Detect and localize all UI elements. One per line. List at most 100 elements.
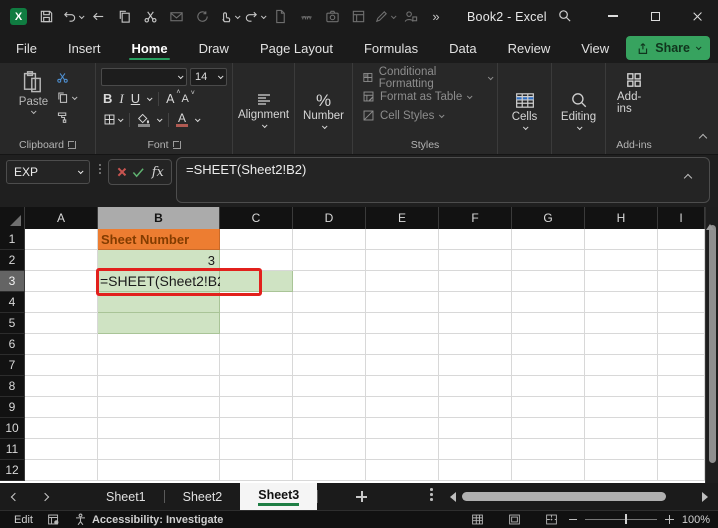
cell-F6[interactable] [439,334,512,355]
cell-I6[interactable] [658,334,705,355]
italic-button[interactable]: I [119,91,123,107]
touch-mode-icon[interactable] [217,5,241,29]
cell-D3[interactable] [293,271,366,292]
font-dialog-launcher[interactable] [172,141,181,149]
cell-D9[interactable] [293,397,366,418]
cell-E3[interactable] [366,271,439,292]
insert-function-icon[interactable]: fx [152,165,164,180]
conditional-formatting-button[interactable]: Conditional Formatting [358,66,494,90]
cell-D8[interactable] [293,376,366,397]
strikethrough-icon[interactable] [295,5,317,29]
cell-F4[interactable] [439,292,512,313]
cell-G12[interactable] [512,460,585,481]
copy-icon[interactable] [113,5,135,29]
cell-I12[interactable] [658,460,705,481]
sheet-nav-right-icon[interactable] [30,492,60,501]
cell-B5[interactable] [98,313,220,334]
tab-formulas[interactable]: Formulas [362,37,420,60]
row-header-5[interactable]: 5 [0,313,25,334]
number-button[interactable]: % Number [297,91,350,131]
cell-G11[interactable] [512,439,585,460]
row-header-12[interactable]: 12 [0,460,25,481]
cut-icon[interactable] [139,5,161,29]
zoom-out-icon[interactable] [569,518,577,521]
cell-A8[interactable] [25,376,98,397]
cell-H9[interactable] [585,397,658,418]
enter-check-icon[interactable] [132,167,145,178]
cell-mode-indicator[interactable]: Edit [14,514,33,526]
tab-review[interactable]: Review [506,37,553,60]
cell-G1[interactable] [512,229,585,250]
cell-F7[interactable] [439,355,512,376]
cell-F11[interactable] [439,439,512,460]
cell-F2[interactable] [439,250,512,271]
cell-A7[interactable] [25,355,98,376]
tab-insert[interactable]: Insert [66,37,103,60]
sheet-tab-sheet1[interactable]: Sheet1 [88,483,164,510]
cell-A11[interactable] [25,439,98,460]
decrease-font-button[interactable]: A ˅ [181,90,194,105]
row-header-3[interactable]: 3 [0,271,25,292]
cell-G7[interactable] [512,355,585,376]
tab-file[interactable]: File [14,37,39,60]
cell-I8[interactable] [658,376,705,397]
cell-A10[interactable] [25,418,98,439]
scroll-right-icon[interactable] [702,491,708,502]
column-header-E[interactable]: E [366,207,439,229]
borders-button[interactable] [103,113,124,126]
cell-D6[interactable] [293,334,366,355]
cell-D4[interactable] [293,292,366,313]
page-layout-view-icon[interactable] [508,513,521,526]
cell-H3[interactable] [585,271,658,292]
horizontal-scroll-thumb[interactable] [462,492,666,501]
select-all-button[interactable] [0,207,25,229]
tab-view[interactable]: View [579,37,611,60]
share-button[interactable]: Share [626,36,710,60]
bold-button[interactable]: B [103,91,112,106]
cell-I11[interactable] [658,439,705,460]
horizontal-scrollbar[interactable] [450,490,708,503]
row-header-4[interactable]: 4 [0,292,25,313]
new-sheet-button[interactable] [356,491,368,502]
scroll-up-icon[interactable] [706,207,714,230]
cell-C8[interactable] [220,376,293,397]
close-button[interactable] [676,0,718,32]
zoom-slider[interactable] [585,514,657,525]
zoom-slider-thumb[interactable] [624,514,628,525]
column-header-B[interactable]: B [98,207,220,229]
tab-page-layout[interactable]: Page Layout [258,37,335,60]
cell-F12[interactable] [439,460,512,481]
copy-button[interactable] [56,90,78,105]
cell-A12[interactable] [25,460,98,481]
zoom-level[interactable]: 100% [682,514,710,526]
cell-H10[interactable] [585,418,658,439]
cells-button[interactable]: Cells [506,90,544,132]
alignment-button[interactable]: Alignment [232,91,295,130]
cell-A4[interactable] [25,292,98,313]
formula-bar-expand-icon[interactable] [683,169,693,184]
camera-icon[interactable] [321,5,343,29]
name-box[interactable]: EXP [6,160,90,184]
fill-color-button[interactable] [137,113,150,127]
cell-H7[interactable] [585,355,658,376]
cell-B8[interactable] [98,376,220,397]
save-icon[interactable] [35,5,57,29]
workbook-statistics-icon[interactable] [347,5,369,29]
cell-E12[interactable] [366,460,439,481]
cell-G8[interactable] [512,376,585,397]
cell-E4[interactable] [366,292,439,313]
cell-H11[interactable] [585,439,658,460]
cell-C9[interactable] [220,397,293,418]
cell-E1[interactable] [366,229,439,250]
cell-B10[interactable] [98,418,220,439]
cell-G6[interactable] [512,334,585,355]
cell-B6[interactable] [98,334,220,355]
cell-G3[interactable] [512,271,585,292]
cell-H5[interactable] [585,313,658,334]
cell-A3[interactable] [25,271,98,292]
cell-E6[interactable] [366,334,439,355]
cell-F3[interactable] [439,271,512,292]
cell-C7[interactable] [220,355,293,376]
cell-H6[interactable] [585,334,658,355]
cell-E9[interactable] [366,397,439,418]
